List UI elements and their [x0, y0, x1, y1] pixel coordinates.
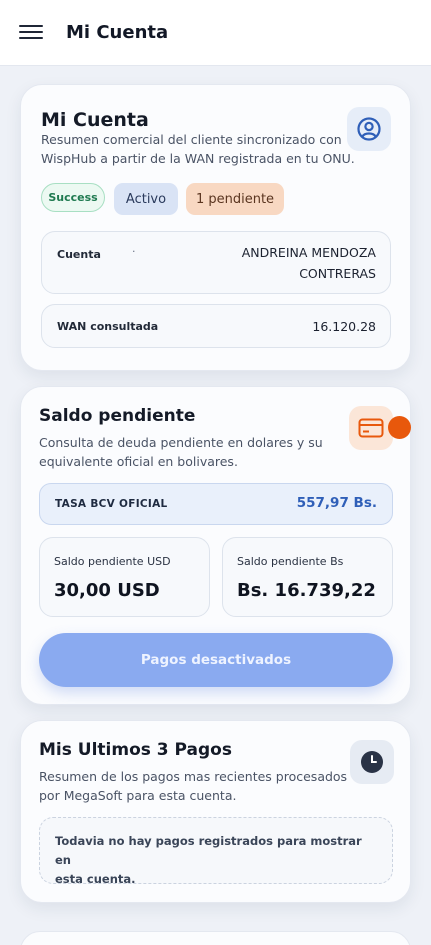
empty-payments-notice: Todavia no hay pagos registrados para mo… [39, 817, 393, 886]
account-value: ANDREINA MENDOZA CONTRERAS [241, 245, 376, 281]
bs-balance-value: Bs. 16.739,22 [237, 580, 376, 601]
bcv-rate-box: TASA BCV OFICIAL 557,97 Bs. [39, 483, 393, 525]
usd-balance-box: Saldo pendiente USD 30,00 USD [39, 537, 210, 617]
credit-card-icon [349, 406, 393, 450]
top-app-bar: Mi Cuenta [0, 0, 431, 66]
account-card: Mi Cuenta Resumen comercial del cliente … [20, 84, 411, 371]
notification-dot [388, 416, 411, 439]
usd-balance-value: 30,00 USD [54, 580, 160, 601]
wan-value: 16.120.28 [312, 319, 376, 334]
clock-icon [350, 740, 394, 784]
hamburger-menu-icon[interactable] [19, 25, 43, 41]
status-badge-pending: 1 pendiente [186, 183, 284, 215]
account-name-field: Cuenta . ANDREINA MENDOZA CONTRERAS [41, 231, 391, 294]
next-card-peek [20, 931, 411, 945]
account-dot: . [132, 242, 136, 255]
status-badge-success: Success [41, 183, 105, 212]
balance-card-description: Consulta de deuda pendiente en dolares y… [39, 435, 323, 469]
wan-label: WAN consultada [57, 320, 159, 333]
balance-card: Saldo pendiente Consulta de deuda pendie… [20, 386, 411, 705]
payments-card-title: Mis Ultimos 3 Pagos [39, 740, 232, 760]
account-label: Cuenta [57, 248, 101, 261]
bcv-rate-label: TASA BCV OFICIAL [55, 498, 168, 510]
user-circle-icon [347, 107, 391, 151]
account-card-title: Mi Cuenta [41, 109, 149, 131]
status-badge-active: Activo [114, 183, 178, 215]
usd-balance-label: Saldo pendiente USD [54, 555, 171, 568]
wan-field: WAN consultada 16.120.28 [41, 304, 391, 348]
bs-balance-box: Saldo pendiente Bs Bs. 16.739,22 [222, 537, 393, 617]
bcv-rate-value: 557,97 Bs. [296, 495, 377, 511]
payments-disabled-button[interactable]: Pagos desactivados [39, 633, 393, 687]
account-card-description: Resumen comercial del cliente sincroniza… [41, 132, 355, 166]
page-title: Mi Cuenta [66, 22, 169, 43]
balance-card-title: Saldo pendiente [39, 406, 196, 426]
payments-card: Mis Ultimos 3 Pagos Resumen de los pagos… [20, 720, 411, 903]
bs-balance-label: Saldo pendiente Bs [237, 555, 344, 568]
payments-card-description: Resumen de los pagos mas recientes proce… [39, 769, 348, 803]
